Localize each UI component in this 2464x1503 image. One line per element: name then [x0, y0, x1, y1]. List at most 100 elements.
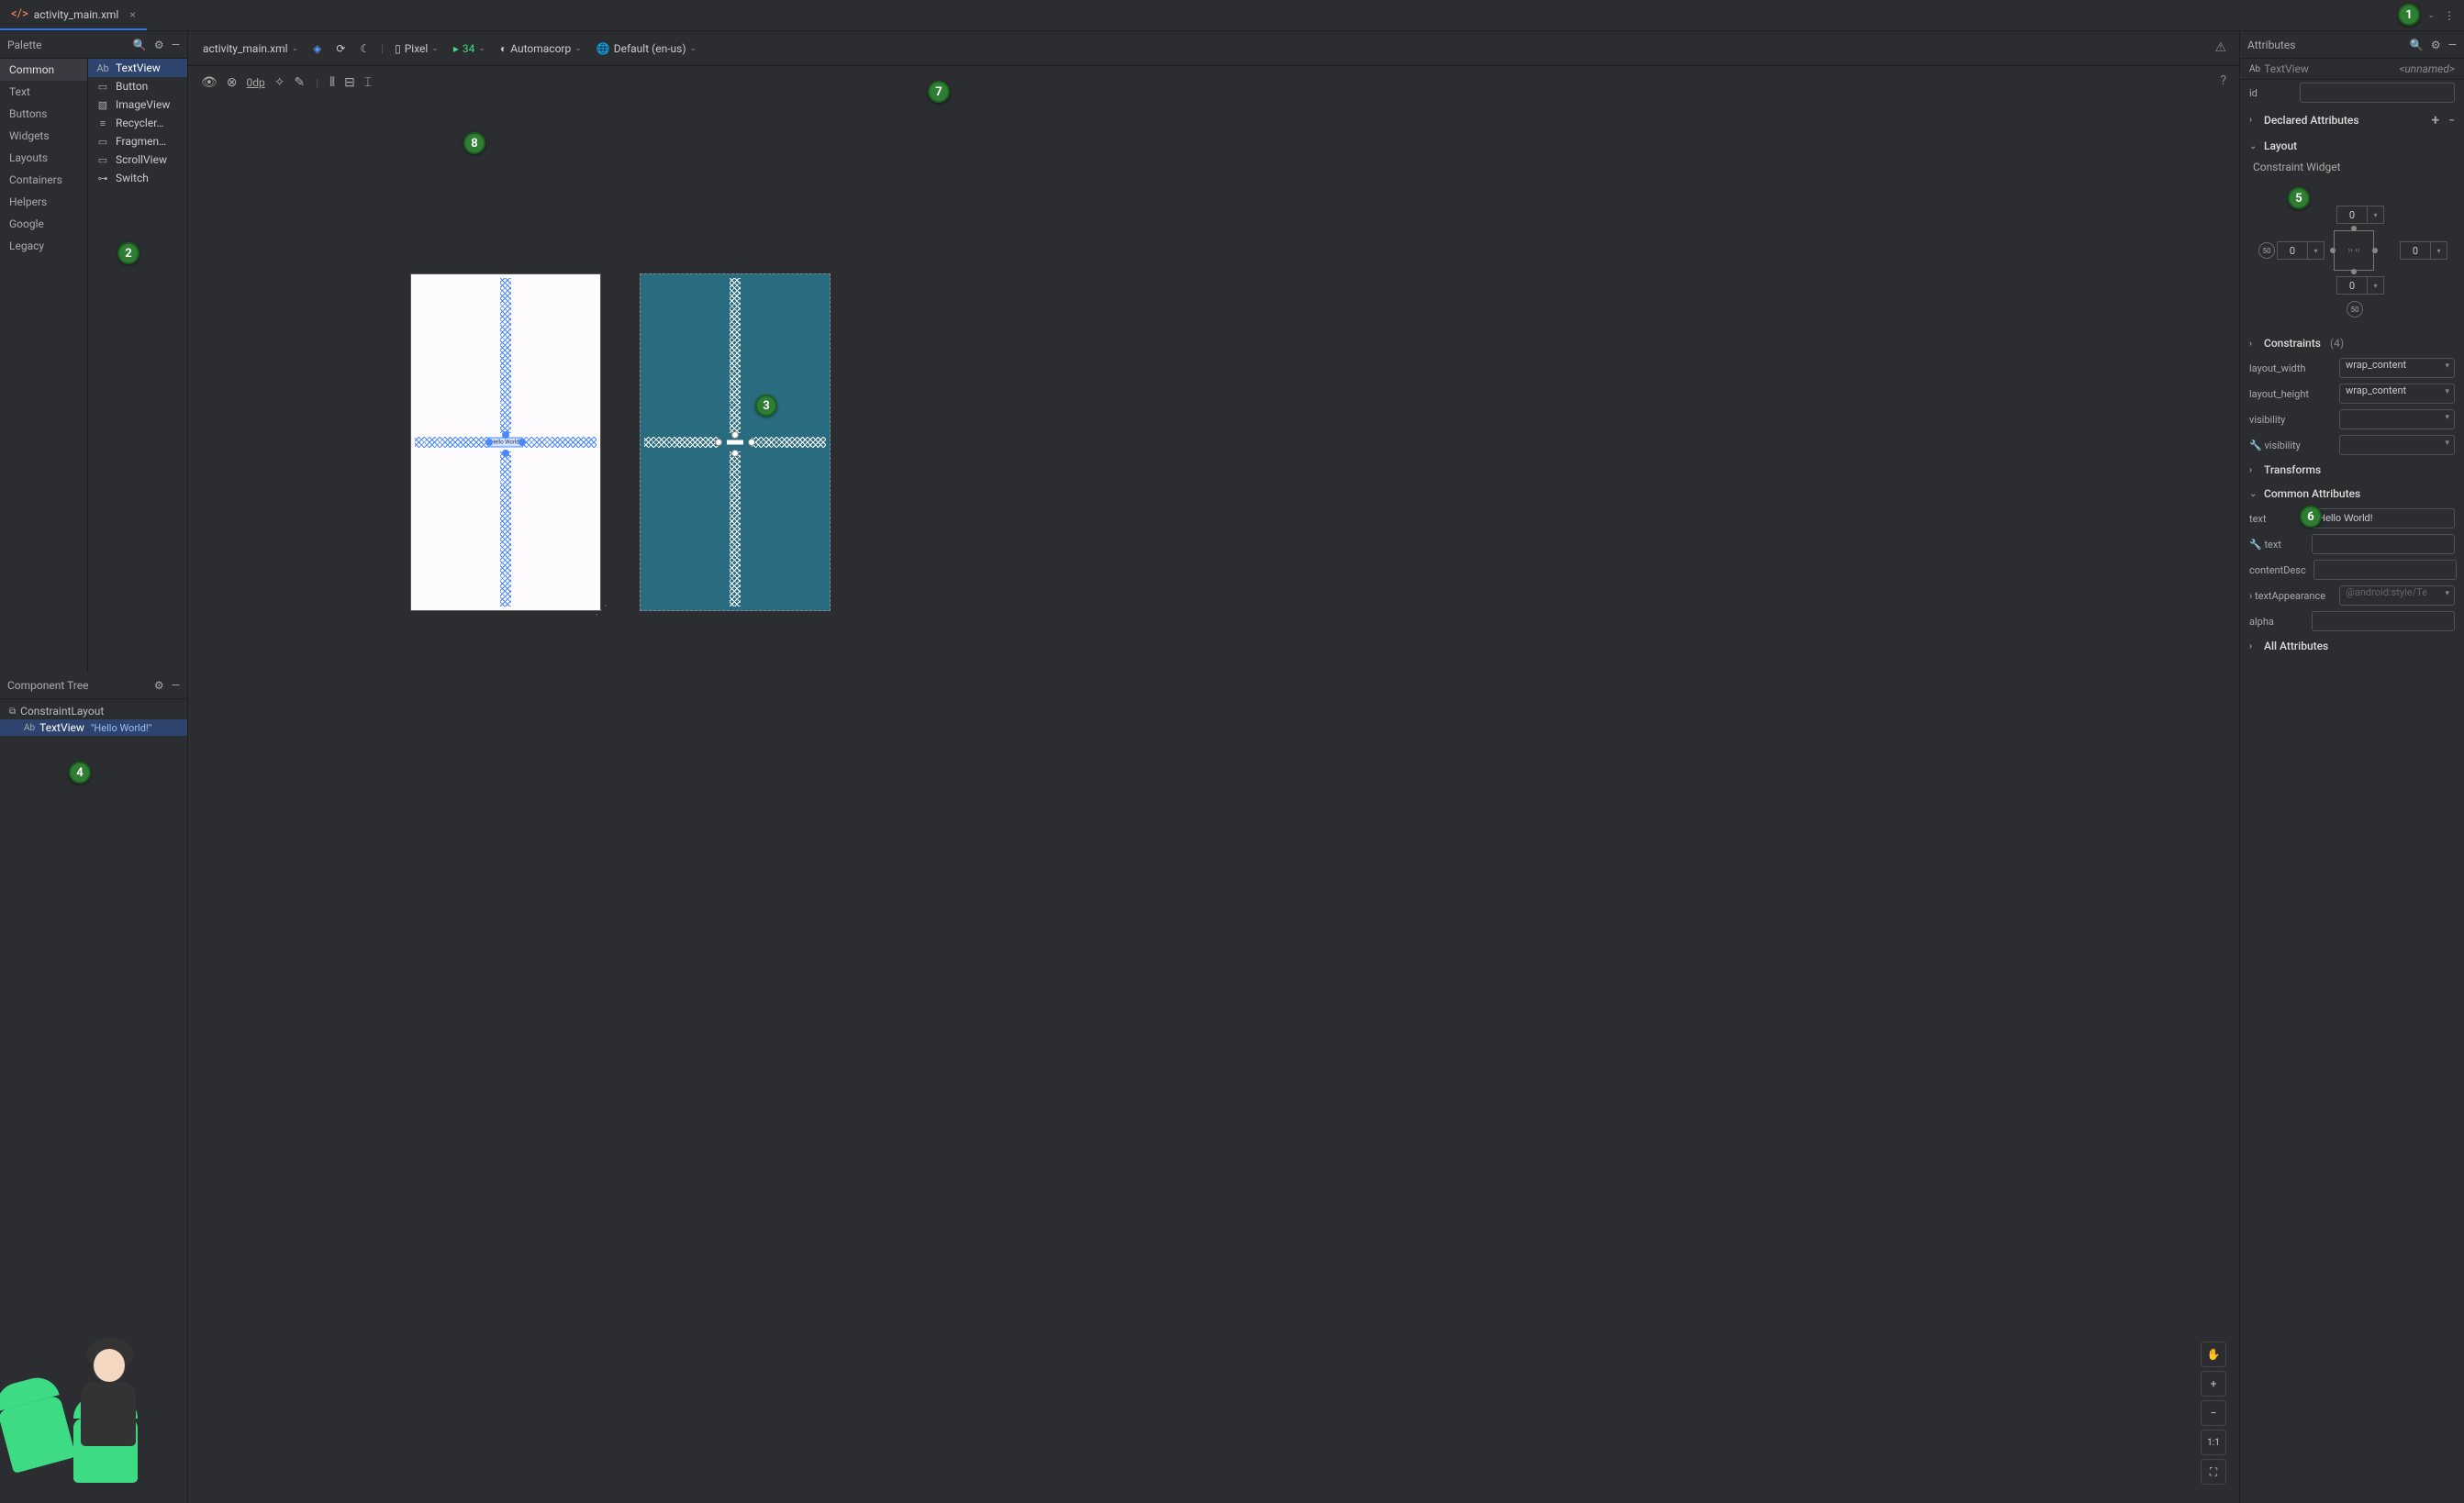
palette-item[interactable]: ⊶Switch [88, 169, 187, 187]
close-tab-icon[interactable]: × [129, 8, 135, 21]
component-icon: ⧉ [9, 707, 16, 717]
constraints-section[interactable]: ›Constraints (4) [2240, 331, 2464, 355]
palette-category[interactable]: Widgets [0, 125, 87, 147]
tools-visibility-select[interactable] [2339, 435, 2455, 455]
design-surface-icon[interactable]: ◈ [307, 39, 327, 59]
tree-row[interactable]: AbTextView"Hello World!" [0, 719, 187, 736]
view-options-icon[interactable]: 👁 [201, 75, 217, 90]
collapse-icon[interactable]: — [172, 39, 180, 51]
help-icon[interactable]: ? [2220, 73, 2226, 88]
common-attributes-section[interactable]: ⌄Common Attributes 6 [2240, 482, 2464, 506]
id-input[interactable] [2300, 83, 2455, 103]
palette-item[interactable]: ≡Recycler… [88, 114, 187, 132]
view-mode-dropdown-icon[interactable]: ⌄ [2427, 11, 2435, 20]
pack-icon[interactable]: ⫴ [329, 75, 335, 90]
theme-selector[interactable]: ◐ Automacorp⌄ [495, 39, 587, 59]
gear-icon[interactable]: ⚙ [154, 39, 164, 51]
zoom-in-icon[interactable]: + [2201, 1371, 2226, 1397]
remove-attribute-icon[interactable]: − [2448, 114, 2455, 127]
palette-category[interactable]: Legacy [0, 235, 87, 257]
palette-item[interactable]: ▭Fragmen… [88, 132, 187, 150]
widget-icon: ▧ [95, 99, 110, 111]
palette-category[interactable]: Buttons [0, 103, 87, 125]
palette-category[interactable]: Text [0, 81, 87, 103]
annotation-badge-6: 6 [2300, 506, 2322, 528]
resize-handle-icon[interactable]: ⋰ [595, 603, 608, 618]
night-mode-icon[interactable]: ☾ [354, 39, 375, 59]
align-icon[interactable]: ⊟ [344, 75, 355, 90]
cw-margin-bottom[interactable]: 0 [2336, 276, 2368, 295]
more-options-icon[interactable]: ⋮ [2444, 9, 2455, 22]
textview-widget-blueprint[interactable] [727, 440, 743, 445]
blueprint-preview[interactable] [640, 273, 831, 611]
device-selector[interactable]: ▯ Pixel⌄ [389, 39, 444, 59]
design-surface: activity_main.xml⌄ ◈ ⟳ ☾ | ▯ Pixel⌄ ▸34⌄… [188, 31, 2239, 1503]
file-tab[interactable]: </> activity_main.xml × [0, 0, 147, 30]
text-appearance-select[interactable]: @android:style/Te [2339, 585, 2455, 606]
horizontal-bias[interactable]: 50 [2258, 242, 2275, 259]
gear-icon[interactable]: ⚙ [2431, 39, 2441, 51]
content-description-input[interactable] [2313, 560, 2457, 580]
file-selector[interactable]: activity_main.xml⌄ [197, 39, 304, 59]
infer-constraints-icon[interactable]: ✎ [295, 75, 306, 90]
palette-category[interactable]: Common [0, 59, 87, 81]
zoom-fit-icon[interactable]: ⛶ [2201, 1459, 2226, 1485]
annotation-badge-7: 7 [928, 81, 950, 103]
palette-item[interactable]: ▧ImageView [88, 95, 187, 114]
locale-selector[interactable]: 🌐 Default (en-us)⌄ [591, 39, 702, 59]
selected-component-row: Ab TextView <unnamed> [2240, 59, 2464, 80]
orientation-icon[interactable]: ⟳ [330, 39, 351, 59]
tree-row[interactable]: ⧉ConstraintLayout [0, 703, 187, 719]
attributes-panel: Attributes 🔍 ⚙ — Ab TextView <unnamed> i… [2239, 31, 2464, 1503]
pan-icon[interactable]: ✋ [2201, 1342, 2226, 1367]
cw-margin-top[interactable]: 0 [2336, 206, 2368, 224]
add-attribute-icon[interactable]: + [2431, 111, 2439, 128]
text-input[interactable] [2312, 508, 2455, 529]
autoconnect-icon[interactable]: ⊗ [227, 75, 238, 90]
cw-margin-right[interactable]: 0 [2400, 241, 2431, 260]
palette-item[interactable]: ▭Button [88, 77, 187, 95]
all-attributes-section[interactable]: ›All Attributes [2240, 634, 2464, 658]
annotation-badge-1: 1 [2398, 4, 2420, 26]
api-selector[interactable]: ▸34⌄ [448, 39, 491, 59]
clear-constraints-icon[interactable]: ✧ [274, 75, 285, 90]
layout-height-select[interactable]: wrap_content [2339, 384, 2455, 404]
palette-category[interactable]: Containers [0, 169, 87, 191]
gear-icon[interactable]: ⚙ [154, 679, 164, 692]
visibility-select[interactable] [2339, 409, 2455, 429]
layout-width-select[interactable]: wrap_content [2339, 358, 2455, 378]
selected-component-type: TextView [2264, 62, 2309, 75]
layout-section[interactable]: ⌄Layout [2240, 134, 2464, 158]
palette-item[interactable]: ▭ScrollView [88, 150, 187, 169]
transforms-section[interactable]: ›Transforms [2240, 458, 2464, 482]
textview-type-icon: Ab [2249, 64, 2260, 74]
zoom-controls: ✋ + − 1:1 ⛶ [2201, 1342, 2226, 1485]
constraint-widget[interactable]: 5 0▾ 0▾ 0▾ 0▾ ›› ‹‹ 50 50 [2260, 180, 2444, 322]
search-icon[interactable]: 🔍 [2410, 39, 2424, 51]
widget-icon: ▭ [95, 154, 110, 166]
zoom-actual-icon[interactable]: 1:1 [2201, 1430, 2226, 1455]
collapse-icon[interactable]: — [2448, 39, 2457, 51]
annotation-badge-2: 2 [117, 242, 139, 264]
design-toolbar: activity_main.xml⌄ ◈ ⟳ ☾ | ▯ Pixel⌄ ▸34⌄… [188, 31, 2239, 66]
zoom-out-icon[interactable]: − [2201, 1400, 2226, 1426]
palette-categories: CommonTextButtonsWidgetsLayoutsContainer… [0, 59, 88, 672]
alpha-input[interactable] [2312, 611, 2455, 631]
guideline-icon[interactable]: ⌶ [364, 75, 372, 90]
palette-item[interactable]: AbTextView [88, 59, 187, 77]
tools-text-input[interactable] [2312, 534, 2455, 554]
collapse-icon[interactable]: — [172, 679, 180, 692]
palette-category[interactable]: Layouts [0, 147, 87, 169]
canvas[interactable]: 3 Hello World! ⋰ ✋ [188, 99, 2239, 1503]
component-tree: ⧉ConstraintLayoutAbTextView"Hello World!… [0, 699, 187, 1319]
warning-icon[interactable]: ⚠ [2214, 40, 2226, 55]
palette-category[interactable]: Google [0, 213, 87, 235]
search-icon[interactable]: 🔍 [133, 39, 147, 51]
vertical-bias[interactable]: 50 [2347, 301, 2363, 317]
palette-category[interactable]: Helpers [0, 191, 87, 213]
cw-margin-left[interactable]: 0 [2277, 241, 2308, 260]
default-margin[interactable]: 0dp [247, 76, 265, 89]
declared-attributes-section[interactable]: ›Declared Attributes + − [2240, 106, 2464, 134]
widget-icon: Ab [95, 62, 110, 74]
design-preview-light[interactable]: Hello World! ⋰ [410, 273, 601, 611]
